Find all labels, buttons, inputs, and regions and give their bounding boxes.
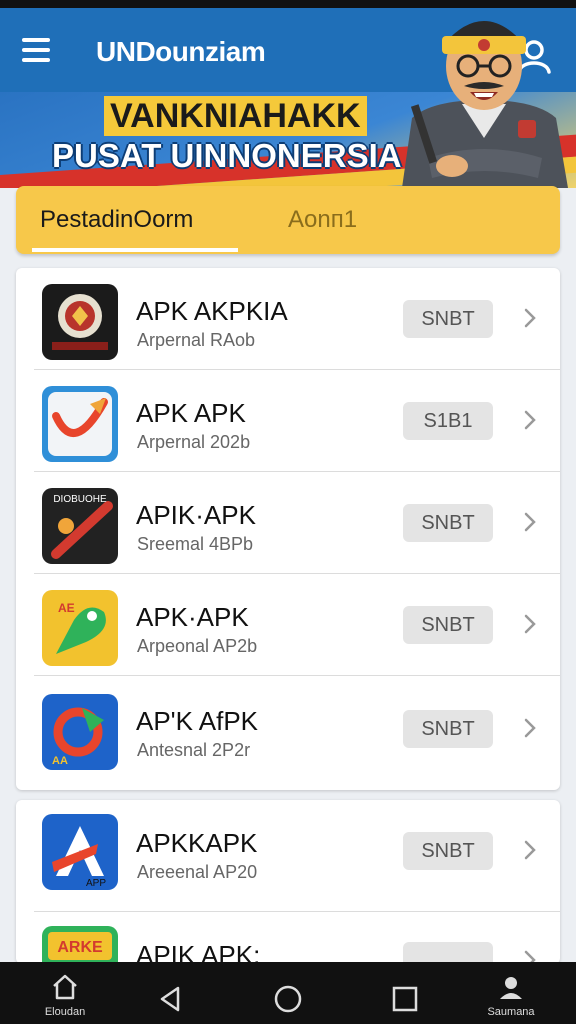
mascot-illustration <box>402 21 568 188</box>
tab-secondary[interactable]: Aonп1 <box>288 186 357 254</box>
app-subtitle: Areeenal AP20 <box>137 862 258 882</box>
nav-profile-label: Saumana <box>487 1006 535 1018</box>
chevron-right-icon[interactable] <box>518 612 542 636</box>
app-icon: AA <box>42 694 118 770</box>
app-icon: DIOBUOHE <box>42 488 118 564</box>
app-title: APKKAPK <box>136 828 258 858</box>
home-circle-icon <box>274 985 302 1013</box>
install-button[interactable] <box>403 942 493 964</box>
chevron-right-icon[interactable] <box>518 716 542 740</box>
install-button[interactable]: S1B1 <box>403 402 493 440</box>
banner-headline: VANKNIAHAKK <box>104 96 367 136</box>
app-icon <box>42 284 118 360</box>
install-button[interactable]: SNBT <box>403 504 493 542</box>
app-title: APK AKPKIA <box>136 296 288 326</box>
icon-text: DIOBUOHE <box>53 494 107 505</box>
recents-square-icon <box>392 986 418 1012</box>
list-item[interactable]: APK APK Arpernal 202b S1B1 <box>16 370 560 472</box>
icon-text: APP <box>86 878 106 889</box>
app-subtitle: Antesnal 2P2r <box>137 740 251 760</box>
list-item[interactable]: AE APK·APK Arpeonal AP2b SNBT <box>16 574 560 676</box>
app-subtitle: Arpernal 202b <box>137 432 251 452</box>
back-triangle-icon <box>160 986 180 1012</box>
icon-text: AE <box>58 601 75 615</box>
back-button[interactable] <box>154 970 188 1020</box>
row-divider <box>34 911 560 912</box>
nav-home-label: Eloudan <box>44 1006 86 1018</box>
list-item[interactable]: APP APKKAPK Areeenal AP20 SNBT <box>16 800 560 912</box>
list-item[interactable]: ARKE APIK APK: <box>16 914 560 964</box>
chevron-right-icon[interactable] <box>518 838 542 862</box>
app-icon <box>42 386 118 462</box>
app-title: APIK APK: <box>136 940 261 964</box>
chevron-right-icon[interactable] <box>518 408 542 432</box>
tab-primary[interactable]: PestadinOorm <box>40 186 193 254</box>
app-icon: ARKE <box>42 926 118 964</box>
icon-text: AA <box>52 755 68 767</box>
status-bar <box>0 0 576 8</box>
app-list-card: APK AKPKIA Arpernal RAob SNBT APK APK Ar… <box>16 268 560 790</box>
banner-subheadline: PUSAT UINNONERSIA <box>52 137 402 174</box>
app-subtitle: Arpernal RAob <box>137 330 256 350</box>
category-tabs: PestadinOorm Aonп1 <box>16 186 560 254</box>
active-tab-indicator <box>32 248 238 252</box>
install-button[interactable]: SNBT <box>403 832 493 870</box>
app-icon: APP <box>42 814 118 890</box>
list-item[interactable]: AA AP'K AfPK Antesnal 2P2r SNBT <box>16 678 560 780</box>
app-list-card: APP APKKAPK Areeenal AP20 SNBT ARKE APIK… <box>16 800 560 964</box>
app-title: APK APK <box>136 398 246 428</box>
app-subtitle: Arpeonal AP2b <box>137 636 258 656</box>
install-button[interactable]: SNBT <box>403 606 493 644</box>
app-title: UNDounziam <box>96 36 266 67</box>
app-title: AP'K AfPK <box>136 706 259 736</box>
install-button[interactable]: SNBT <box>403 710 493 748</box>
list-item[interactable]: APK AKPKIA Arpernal RAob SNBT <box>16 268 560 370</box>
hamburger-menu-icon[interactable] <box>22 38 58 64</box>
app-subtitle: Sreemal 4BPb <box>137 534 254 554</box>
chevron-right-icon[interactable] <box>518 306 542 330</box>
app-title: APIK·APK <box>136 500 256 530</box>
nav-home[interactable]: Eloudan <box>20 970 110 1020</box>
install-button[interactable]: SNBT <box>403 300 493 338</box>
profile-icon <box>500 977 522 999</box>
home-button[interactable] <box>270 970 306 1020</box>
nav-profile[interactable]: Saumana <box>466 970 556 1020</box>
home-icon <box>53 974 77 1000</box>
app-icon: AE <box>42 590 118 666</box>
bottom-navigation-bar: Eloudan Saumana <box>0 962 576 1024</box>
icon-text: ARKE <box>57 939 103 956</box>
list-item[interactable]: DIOBUOHE APIK·APK Sreemal 4BPb SNBT <box>16 472 560 574</box>
row-divider <box>34 675 560 676</box>
app-title: APK·APK <box>136 602 249 632</box>
chevron-right-icon[interactable] <box>518 510 542 534</box>
recents-button[interactable] <box>388 970 422 1020</box>
